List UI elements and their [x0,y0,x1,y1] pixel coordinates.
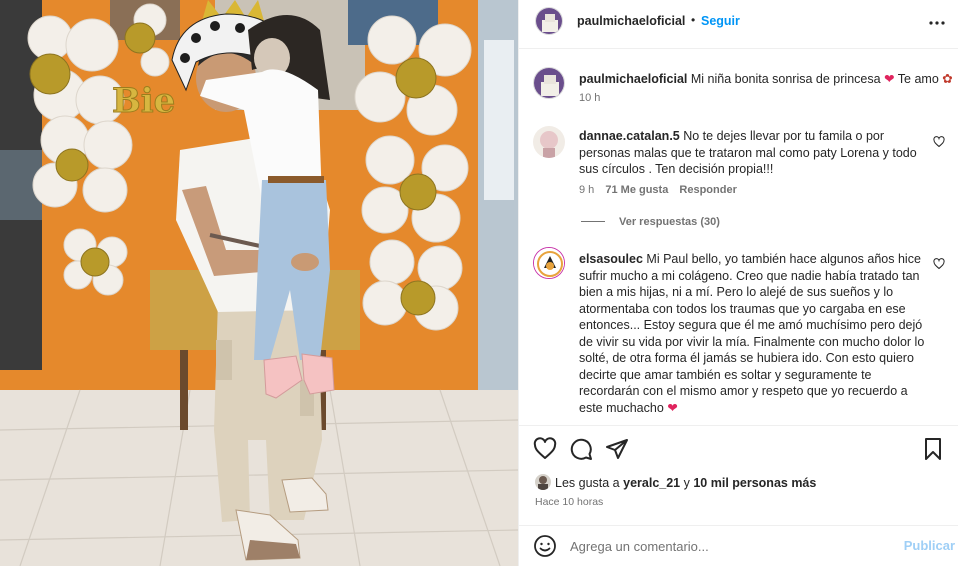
emoji-icon[interactable] [533,534,557,558]
likes-others-link[interactable]: 10 mil personas más [693,476,816,490]
likes-prefix: Les gusta a [555,476,620,490]
share-icon[interactable] [605,437,629,461]
caption-text: paulmichaeloficial Mi niña bonita sonris… [579,71,953,88]
post-modal: Bie paulmichaeloficial • Seguir paulmich… [0,0,958,566]
caption-time: 10 h [579,92,601,104]
commenter-avatar[interactable] [533,126,565,158]
post-header: paulmichaeloficial • Seguir [519,0,958,49]
commenter-avatar[interactable] [533,247,565,279]
heart-icon[interactable] [533,437,557,461]
publish-button[interactable]: Publicar [904,538,955,553]
replies-divider [581,221,605,222]
post-time[interactable]: Hace 10 horas [535,496,603,508]
rose-emoji: ✿ [942,72,953,86]
comment-text: dannae.catalan.5 No te dejes llevar por … [579,128,931,178]
comment-username[interactable]: dannae.catalan.5 [579,129,680,143]
post-actions: Les gusta a yeralc_21 y 10 mil personas … [519,425,958,525]
more-options-icon[interactable] [925,11,949,35]
separator-dot: • [691,13,696,27]
comment-username[interactable]: elsasoulec [579,252,643,266]
comment-meta: 9 h 71 Me gusta Responder [579,184,737,196]
liker-username[interactable]: yeralc_21 [623,476,680,490]
banner-letters: Bie [112,81,175,121]
author-username[interactable]: paulmichaeloficial [577,14,685,28]
comment-body: Mi Paul bello, yo también hace algunos a… [579,252,925,415]
caption-username[interactable]: paulmichaeloficial [579,72,687,86]
author-avatar[interactable] [535,7,563,35]
caption-avatar[interactable] [533,67,565,99]
comment-like-icon[interactable] [933,136,945,148]
caption-body: Mi niña bonita sonrisa de princesa [690,72,881,86]
post-photo[interactable]: Bie [0,0,518,566]
comment-time: 9 h [579,184,595,196]
photo-illustration: Bie [0,0,518,566]
liker-avatar[interactable] [535,474,551,490]
likes-joiner: y [683,476,690,490]
likes-summary: Les gusta a yeralc_21 y 10 mil personas … [555,476,816,490]
view-replies-button[interactable]: Ver respuestas (30) [619,216,720,228]
reply-button[interactable]: Responder [679,184,736,196]
comment-input[interactable] [570,536,890,556]
comment-like-icon[interactable] [933,258,945,270]
red-heart-emoji: ❤ [667,400,678,415]
follow-button[interactable]: Seguir [701,14,740,28]
comments-list[interactable]: paulmichaeloficial Mi niña bonita sonris… [519,50,958,424]
caption-body-tail: Te amo [897,72,939,86]
comment-likes[interactable]: 71 Me gusta [605,184,668,196]
comment-icon[interactable] [569,437,593,461]
add-comment-bar: Publicar [519,525,958,566]
red-heart-emoji: ❤ [884,72,895,86]
comment-text: elsasoulec Mi Paul bello, yo también hac… [579,251,931,416]
save-icon[interactable] [921,437,945,461]
post-details-panel: paulmichaeloficial • Seguir paulmichaelo… [518,0,958,566]
